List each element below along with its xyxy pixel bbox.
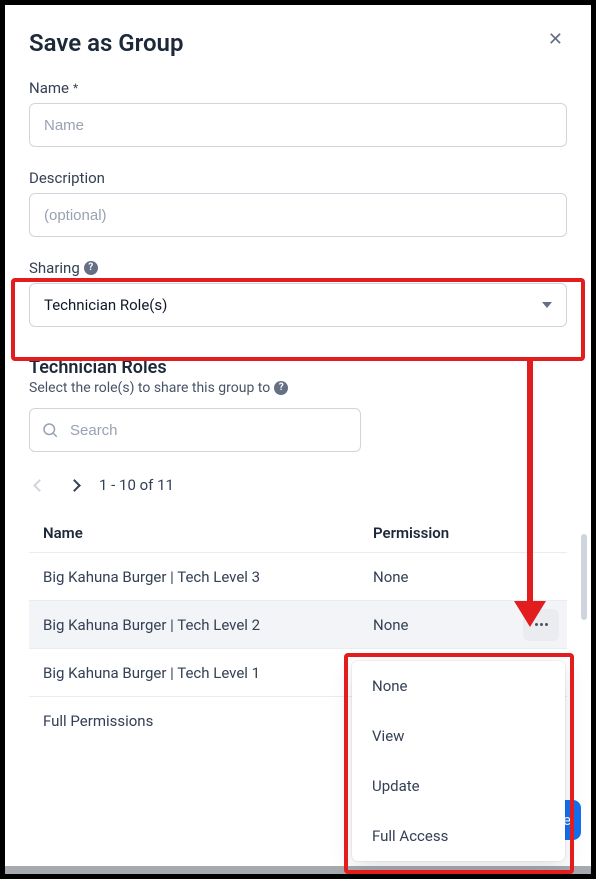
roles-section-subtitle: Select the role(s) to share this group t… xyxy=(29,380,270,396)
roles-search-input[interactable] xyxy=(29,408,361,452)
roles-section-title: Technician Roles xyxy=(29,357,567,378)
decorative-strip xyxy=(5,866,591,874)
role-name: Big Kahuna Burger | Tech Level 2 xyxy=(43,616,373,634)
description-label: Description xyxy=(29,169,105,187)
permission-menu: None View Update Full Access xyxy=(352,661,565,861)
close-icon[interactable]: ✕ xyxy=(544,29,567,51)
sharing-field-group: Sharing ? Technician Role(s) xyxy=(29,259,567,327)
column-header-permission: Permission xyxy=(373,524,553,542)
search-icon xyxy=(41,421,59,439)
role-name: Big Kahuna Burger | Tech Level 1 xyxy=(43,664,373,682)
permission-option-view[interactable]: View xyxy=(352,711,565,761)
role-name: Big Kahuna Burger | Tech Level 3 xyxy=(43,568,373,586)
permission-option-update[interactable]: Update xyxy=(352,761,565,811)
sharing-value: Technician Role(s) xyxy=(44,296,167,314)
pager-prev-button[interactable] xyxy=(29,470,50,500)
row-actions-button[interactable] xyxy=(523,609,559,641)
table-row[interactable]: Big Kahuna Burger | Tech Level 3 None xyxy=(29,553,567,601)
dialog-title: Save as Group xyxy=(29,29,183,57)
role-permission: None xyxy=(373,568,553,586)
chevron-down-icon xyxy=(542,302,552,308)
permission-option-none[interactable]: None xyxy=(352,661,565,711)
pager-next-button[interactable] xyxy=(64,470,85,500)
permission-option-full-access[interactable]: Full Access xyxy=(352,811,565,861)
help-icon[interactable]: ? xyxy=(274,381,288,395)
column-header-name: Name xyxy=(43,524,373,542)
chevron-left-icon xyxy=(33,479,46,492)
name-input[interactable] xyxy=(29,103,567,147)
sharing-label: Sharing xyxy=(29,259,80,277)
chevron-right-icon xyxy=(68,479,81,492)
sharing-select[interactable]: Technician Role(s) xyxy=(29,283,567,327)
pager-range: 1 - 10 of 11 xyxy=(99,476,174,494)
description-field-group: Description xyxy=(29,169,567,237)
scrollbar[interactable] xyxy=(581,534,587,620)
description-input[interactable] xyxy=(29,193,567,237)
table-row[interactable]: Big Kahuna Burger | Tech Level 2 None xyxy=(29,601,567,649)
required-mark: * xyxy=(73,81,78,95)
help-icon[interactable]: ? xyxy=(84,261,98,275)
ellipsis-icon xyxy=(535,623,538,626)
role-name: Full Permissions xyxy=(43,712,373,730)
name-label: Name xyxy=(29,79,69,97)
name-field-group: Name * xyxy=(29,79,567,147)
pager: 1 - 10 of 11 xyxy=(29,470,567,500)
